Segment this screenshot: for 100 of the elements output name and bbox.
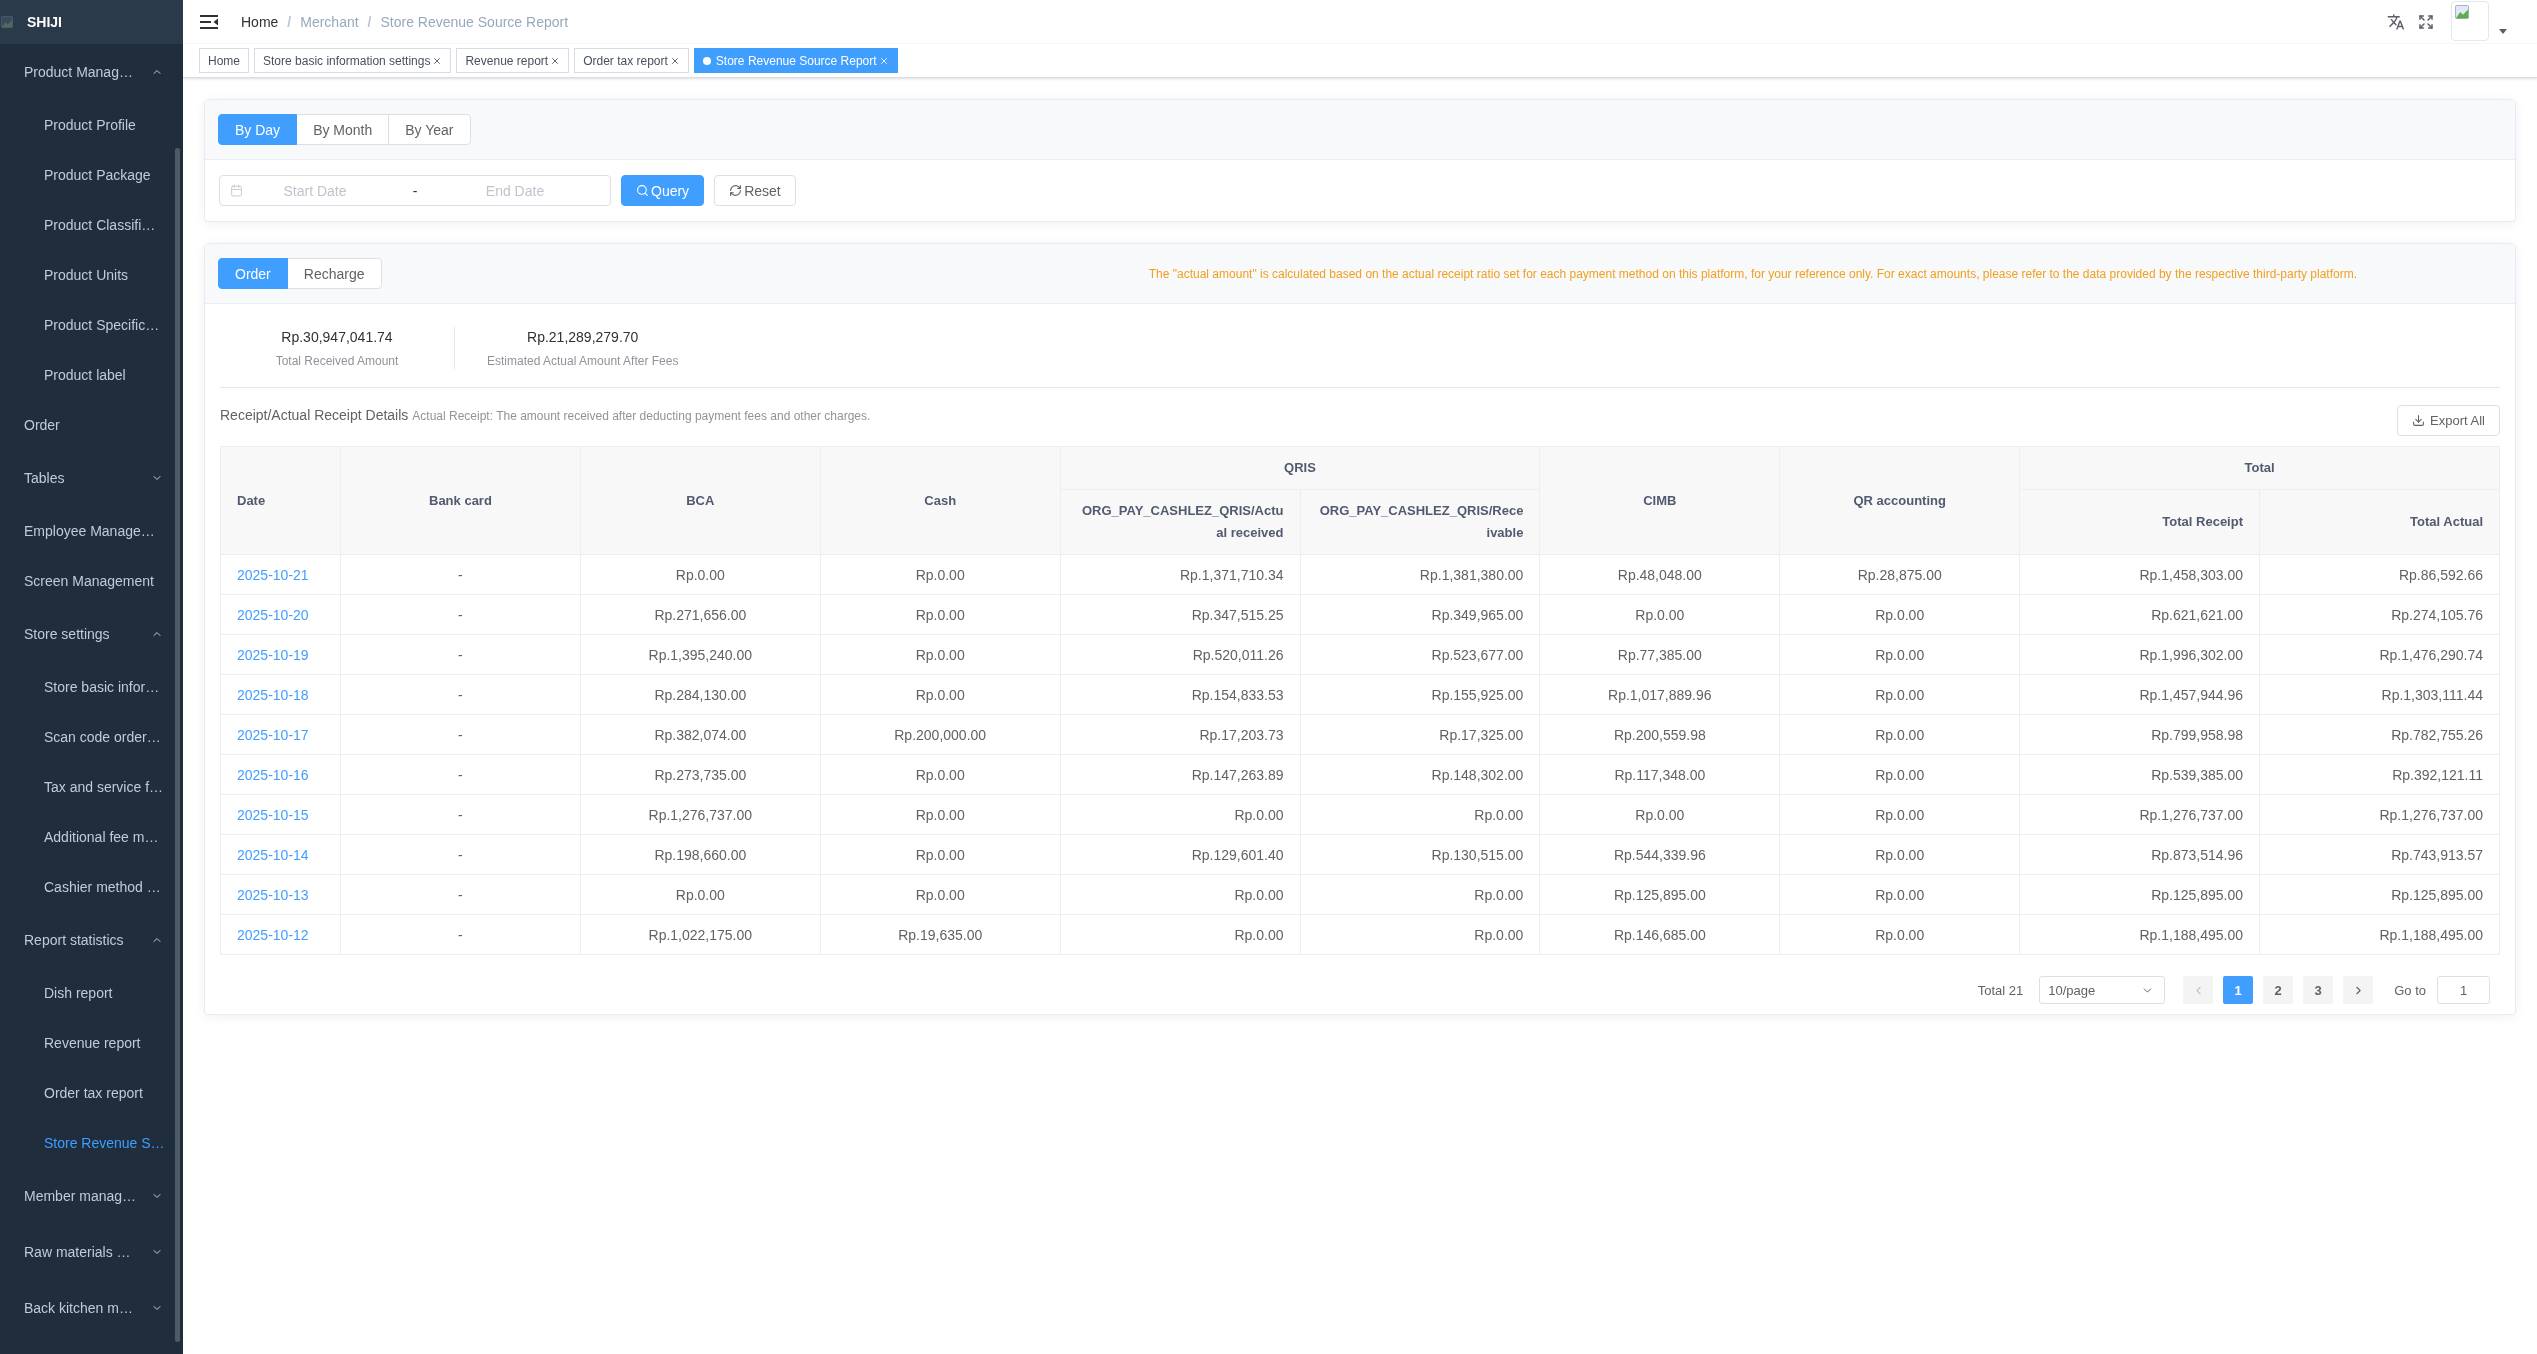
column-header: Cash (820, 446, 1061, 555)
table-cell: Rp.539,385.00 (2019, 754, 2260, 795)
table-cell: Rp.28,875.00 (1779, 554, 2020, 595)
close-icon[interactable] (550, 55, 561, 66)
table-cell: Rp.0.00 (1779, 594, 2020, 635)
page-jump-field[interactable]: 1 (2437, 976, 2490, 1004)
table-cell: - (340, 714, 581, 755)
translate-icon[interactable] (2387, 13, 2405, 31)
table-cell: Rp.0.00 (820, 754, 1061, 795)
caret-icon[interactable] (2499, 29, 2507, 34)
menu-item[interactable]: Product Package (0, 150, 183, 200)
menu-icon[interactable] (200, 15, 218, 29)
column-header: Total Actual (2259, 489, 2500, 555)
menu-item[interactable]: Order (0, 400, 183, 450)
table-cell: Rp.0.00 (1060, 874, 1300, 915)
table-cell: Rp.1,458,303.00 (2019, 554, 2260, 595)
reset-button[interactable]: Reset (714, 175, 796, 206)
column-header: ORG_PAY_CASHLEZ_QRIS/Actual received (1060, 489, 1300, 555)
table-cell: - (340, 794, 581, 835)
menu-item[interactable]: Store Revenue S… (0, 1118, 183, 1168)
table-cell: - (340, 834, 581, 875)
export-button[interactable]: Export All (2397, 405, 2500, 436)
table-cell: Rp.0.00 (1539, 594, 1780, 635)
table-cell: Rp.0.00 (1300, 874, 1540, 915)
menu-item[interactable]: Employee Manage… (0, 506, 183, 556)
menu-group[interactable]: Report statistics (0, 912, 183, 968)
period-option[interactable]: By Year (388, 114, 471, 145)
table-cell: Rp.1,276,737.00 (2019, 794, 2260, 835)
jump-label: Go to (2394, 982, 2426, 998)
table-cell: Rp.273,735.00 (580, 754, 821, 795)
date-range-field[interactable]: Start Date - End Date (219, 175, 611, 206)
page-tab[interactable]: Home (199, 48, 249, 73)
menu-item[interactable]: Dish report (0, 968, 183, 1018)
menu-item[interactable]: Revenue report (0, 1018, 183, 1068)
table-cell: Rp.782,755.26 (2259, 714, 2500, 755)
breadcrumb-separator: / (287, 14, 292, 30)
table-cell: Rp.148,302.00 (1300, 754, 1540, 795)
table-cell: Rp.77,385.00 (1539, 634, 1780, 675)
close-icon[interactable] (432, 55, 443, 66)
table-cell: Rp.1,022,175.00 (580, 914, 821, 955)
menu-item[interactable]: Screen Management (0, 556, 183, 606)
table-cell: - (340, 594, 581, 635)
notice-text: The "actual amount" is calculated based on the actual receipt ratio set for each payment method on this platform, for your reference only. For exact amounts, please refer to the data provided by the respective third-party platform. (1148, 266, 2357, 281)
menu-item[interactable]: Additional fee m… (0, 812, 183, 862)
menu-item[interactable]: Store basic infor… (0, 662, 183, 712)
table-cell: - (340, 914, 581, 955)
table-cell: Rp.1,371,710.34 (1060, 554, 1300, 595)
menu-item[interactable]: Product label (0, 350, 183, 400)
page-button[interactable]: 3 (2303, 976, 2334, 1004)
section-title: Receipt/Actual Receipt Details (220, 407, 409, 423)
scrollbar-thumb[interactable] (175, 148, 180, 1342)
fullscreen-icon[interactable] (2418, 14, 2434, 30)
start-date-input[interactable]: Start Date (245, 178, 385, 203)
table-cell: - (340, 874, 581, 915)
menu-group[interactable]: Tables (0, 450, 183, 506)
menu-group[interactable]: Member manag… (0, 1168, 183, 1224)
menu-item[interactable]: Tax and service f… (0, 762, 183, 812)
period-option[interactable]: By Month (296, 114, 390, 145)
end-date-input[interactable]: End Date (445, 178, 585, 203)
table-cell: Rp.0.00 (820, 674, 1061, 715)
table-cell: Rp.799,958.98 (2019, 714, 2260, 755)
table-cell: Rp.1,188,495.00 (2019, 914, 2260, 955)
page-tab[interactable]: Order tax report (574, 48, 689, 73)
avatar-placeholder[interactable] (2451, 1, 2489, 41)
table-cell: Rp.0.00 (1060, 914, 1300, 955)
breadcrumb-item[interactable]: Home (241, 14, 279, 30)
page-tab[interactable]: Revenue report (456, 48, 570, 73)
table-cell: Rp.0.00 (1539, 794, 1780, 835)
table-cell: Rp.200,559.98 (1539, 714, 1780, 755)
table-cell: Rp.1,381,380.00 (1300, 554, 1540, 595)
column-header: QR accounting (1779, 446, 2020, 555)
menu-item[interactable]: Product Units (0, 250, 183, 300)
menu-group[interactable]: Product Manag… (0, 44, 183, 100)
table-cell: Rp.1,303,111.44 (2259, 674, 2500, 715)
menu-group[interactable]: Back kitchen m… (0, 1280, 183, 1336)
menu-item[interactable]: Product Specific… (0, 300, 183, 350)
total-count: Total 21 (1977, 982, 2024, 998)
menu-item[interactable]: Cashier method … (0, 862, 183, 912)
menu-item[interactable]: Order tax report (0, 1068, 183, 1118)
breadcrumb-item: Merchant (300, 14, 359, 30)
table-cell: Rp.125,895.00 (1539, 874, 1780, 915)
menu-group[interactable]: Store settings (0, 606, 183, 662)
stat-label: Estimated Actual Amount After Fees (487, 353, 679, 369)
dot-icon (702, 56, 711, 65)
menu-item[interactable]: Product Classifi… (0, 200, 183, 250)
table-cell: Rp.200,000.00 (820, 714, 1061, 755)
page-button[interactable]: 2 (2263, 976, 2294, 1004)
table-cell: Rp.520,011.26 (1060, 634, 1300, 675)
table-cell: - (340, 554, 581, 595)
refresh-icon (729, 184, 743, 197)
page-tab[interactable]: Store basic information settings (254, 48, 452, 73)
page-size-select[interactable]: 10/page (2039, 976, 2166, 1004)
table-cell: Rp.0.00 (1060, 794, 1300, 835)
menu-item[interactable]: Product Profile (0, 100, 183, 150)
menu-group[interactable]: Raw materials … (0, 1224, 183, 1280)
stat-value: Rp.21,289,279.70 (527, 328, 639, 347)
menu-item[interactable]: Scan code order… (0, 712, 183, 762)
type-option[interactable]: Recharge (286, 258, 382, 289)
close-icon[interactable] (669, 55, 680, 66)
table-cell: Rp.1,476,290.74 (2259, 634, 2500, 675)
